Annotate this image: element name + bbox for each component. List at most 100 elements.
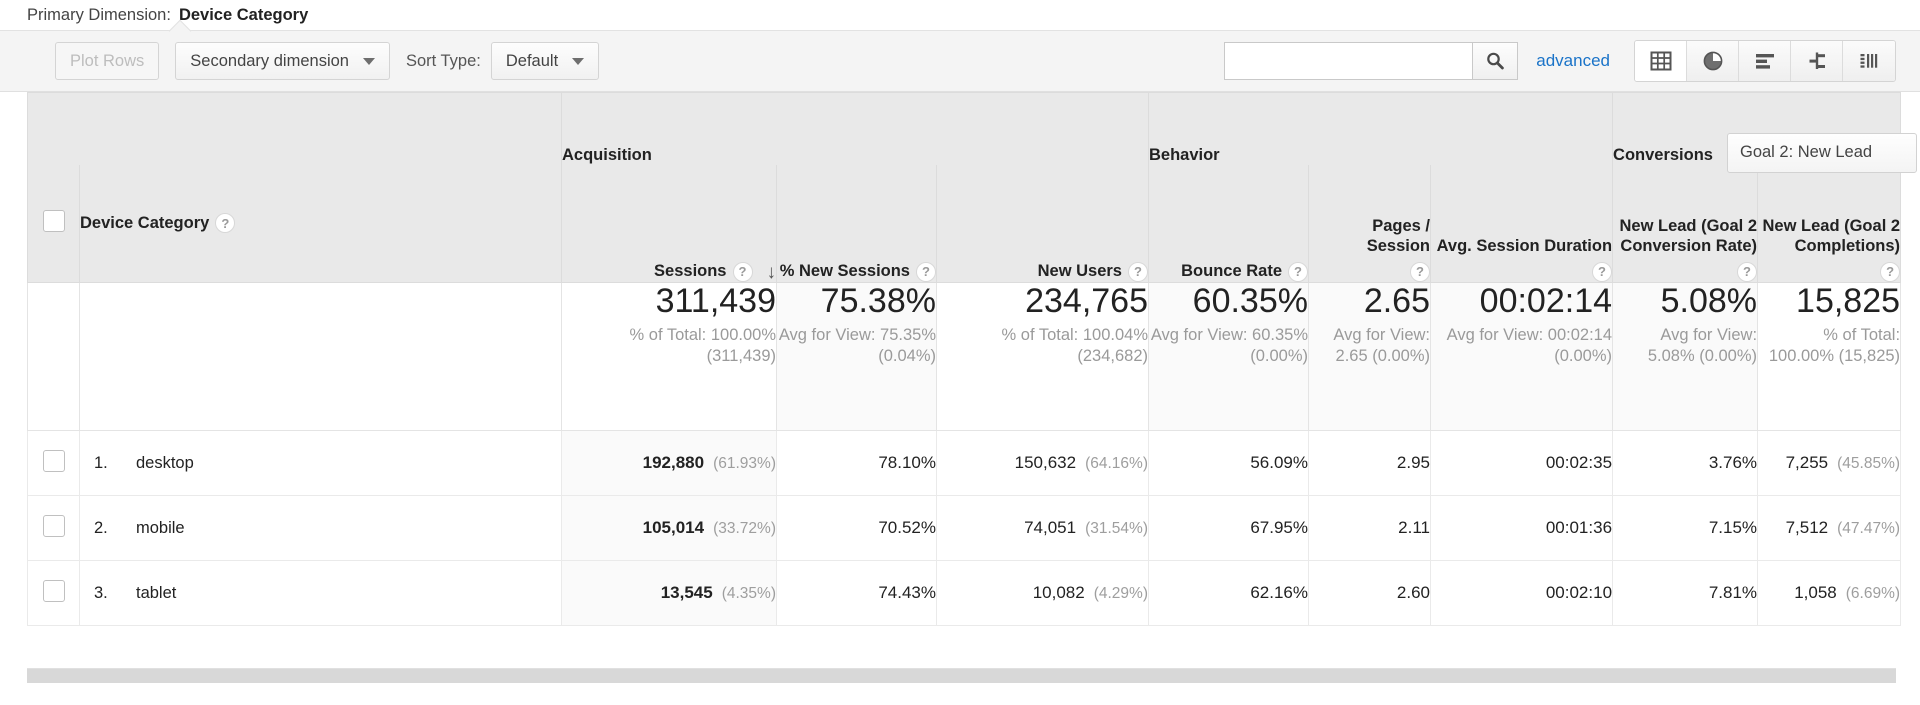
primary-dimension-value[interactable]: Device Category [179, 6, 308, 25]
table-row[interactable]: 1. desktop 192,880 (61.93%) 78.10% 150,63… [27, 430, 1902, 496]
percentage-view-button[interactable] [1687, 41, 1739, 81]
help-icon[interactable]: ? [1737, 262, 1758, 282]
primary-dimension-bar: Primary Dimension: Device Category [0, 0, 1920, 30]
row-new-users-pct: (4.29%) [1093, 585, 1148, 602]
totals-pct-new-sub: Avg for View: 75.35% (0.04%) [778, 326, 936, 366]
row-checkbox[interactable] [42, 579, 65, 602]
column-header-goal2-completions[interactable]: New Lead (Goal 2 Completions) ? [1757, 164, 1902, 283]
totals-sessions-value: 311,439 [655, 282, 776, 320]
row-pages-session-cell: 2.11 [1308, 495, 1431, 561]
row-pages-session-value: 2.60 [1396, 583, 1430, 602]
row-new-users-cell: 10,082 (4.29%) [936, 560, 1149, 626]
row-pct-new-cell: 78.10% [776, 430, 937, 496]
sort-descending-icon[interactable]: ↓ [767, 263, 777, 282]
column-label-sessions: Sessions [654, 262, 727, 281]
row-dimension-cell: 1. desktop [79, 430, 562, 496]
sort-type-dropdown[interactable]: Default [490, 42, 600, 80]
row-avg-duration-cell: 00:01:36 [1429, 495, 1614, 561]
performance-view-button[interactable] [1739, 41, 1791, 81]
row-dimension-value[interactable]: desktop [136, 454, 194, 473]
help-icon[interactable]: ? [1592, 262, 1613, 282]
totals-pages-session-cell: 2.65 Avg for View: 2.65 (0.00%) [1308, 282, 1431, 431]
table-row[interactable]: 2. mobile 105,014 (33.72%) 70.52% 74,051 (… [27, 495, 1902, 561]
column-label-pages-session: Pages / Session [1366, 217, 1430, 255]
row-bounce-rate-value: 62.16% [1250, 583, 1308, 602]
help-icon[interactable]: ? [1128, 262, 1148, 282]
help-icon[interactable]: ? [916, 262, 936, 282]
column-header-sessions[interactable]: Sessions ? ↓ [561, 164, 777, 283]
select-all-header[interactable] [27, 164, 80, 283]
row-pct-new-cell: 70.52% [776, 495, 937, 561]
comparison-icon [1809, 52, 1825, 69]
column-header-device-category[interactable]: Device Category ? [79, 164, 562, 283]
help-icon[interactable]: ? [1410, 262, 1430, 282]
select-all-checkbox[interactable] [42, 209, 65, 232]
scrollbar-thumb[interactable] [27, 669, 1896, 683]
help-icon[interactable]: ? [732, 262, 753, 282]
table-grid-icon [1650, 51, 1671, 71]
totals-new-users-sub: % of Total: 100.04% (234,682) [1001, 326, 1148, 366]
table-totals-row: 311,439 % of Total: 100.00% (311,439) 75… [27, 282, 1902, 431]
row-sessions-pct: (61.93%) [713, 455, 776, 472]
row-sessions-value: 105,014 [642, 518, 705, 537]
plot-rows-label: Plot Rows [70, 51, 145, 70]
column-header-pages-session[interactable]: Pages / Session ? [1308, 164, 1431, 283]
column-label-bounce-rate: Bounce Rate [1181, 262, 1282, 281]
help-icon[interactable]: ? [215, 213, 236, 234]
row-checkbox-cell[interactable] [27, 430, 80, 496]
totals-goal-completions-cell: 15,825 % of Total: 100.00% (15,825) [1757, 282, 1902, 431]
help-icon[interactable]: ? [1880, 262, 1901, 282]
totals-goal-cvr-cell: 5.08% Avg for View: 5.08% (0.00%) [1612, 282, 1759, 431]
row-new-users-value: 10,082 [1032, 583, 1085, 602]
row-pages-session-cell: 2.95 [1308, 430, 1431, 496]
row-checkbox-cell[interactable] [27, 560, 80, 626]
row-goal-completions-pct: (6.69%) [1845, 585, 1901, 602]
goal-selector-value: Goal 2: New Lead [1739, 143, 1873, 161]
totals-dimension-cell [79, 282, 562, 431]
row-dimension-value[interactable]: mobile [136, 519, 185, 538]
column-label-goal2-conversion-rate: New Lead (Goal 2 Conversion Rate) [1619, 217, 1758, 255]
goal-selector-dropdown[interactable]: Goal 2: New Lead [1726, 132, 1917, 173]
chevron-down-icon [362, 57, 375, 65]
group-header-conversions: Conversions Goal 2: New Lead [1612, 92, 1917, 173]
totals-bounce-rate-value: 60.35% [1192, 282, 1308, 320]
plot-rows-button[interactable]: Plot Rows [55, 42, 160, 80]
bar-chart-icon [1755, 54, 1774, 69]
table-view-button[interactable] [1635, 41, 1687, 81]
help-icon[interactable]: ? [1288, 262, 1308, 282]
totals-bounce-rate-sub: Avg for View: 60.35% (0.00%) [1150, 326, 1308, 366]
horizontal-scrollbar[interactable] [27, 668, 1896, 683]
row-dimension-value[interactable]: tablet [136, 584, 176, 603]
row-avg-duration-value: 00:02:10 [1545, 583, 1613, 602]
row-checkbox[interactable] [42, 514, 65, 537]
column-header-bounce-rate[interactable]: Bounce Rate ? [1148, 164, 1309, 283]
pivot-table-icon [1860, 54, 1878, 68]
search-button[interactable] [1472, 42, 1519, 80]
row-pages-session-value: 2.11 [1398, 518, 1430, 537]
row-dimension-cell: 3. tablet [79, 560, 562, 626]
column-header-avg-session-duration[interactable]: Avg. Session Duration ? [1429, 164, 1614, 283]
row-index: 1. [94, 453, 108, 472]
row-sessions-value: 192,880 [642, 453, 705, 472]
view-type-group [1634, 40, 1896, 82]
secondary-dimension-dropdown[interactable]: Secondary dimension [175, 42, 390, 80]
table-row[interactable]: 3. tablet 13,545 (4.35%) 74.43% 10,082 (4.… [27, 560, 1902, 626]
column-header-new-users[interactable]: New Users ? [936, 164, 1149, 283]
column-header-goal2-conversion-rate[interactable]: New Lead (Goal 2 Conversion Rate) ? [1612, 164, 1759, 283]
row-pct-new-value: 78.10% [878, 453, 936, 472]
group-header-acquisition: Acquisition [561, 92, 1149, 165]
advanced-link[interactable]: advanced [1536, 51, 1610, 71]
row-sessions-pct: (4.35%) [721, 585, 776, 602]
column-header-pct-new-sessions[interactable]: % New Sessions ? [776, 164, 937, 283]
comparison-view-button[interactable] [1791, 41, 1843, 81]
totals-goal-completions-value: 15,825 [1796, 282, 1901, 320]
pivot-view-button[interactable] [1843, 41, 1895, 81]
totals-pages-session-value: 2.65 [1363, 282, 1430, 320]
pie-chart-icon [1703, 51, 1722, 71]
column-label-new-users: New Users [1037, 262, 1122, 281]
row-avg-duration-cell: 00:02:35 [1429, 430, 1614, 496]
row-checkbox-cell[interactable] [27, 495, 80, 561]
search-input[interactable] [1224, 42, 1473, 80]
search-icon [1487, 52, 1505, 70]
row-checkbox[interactable] [42, 449, 65, 472]
